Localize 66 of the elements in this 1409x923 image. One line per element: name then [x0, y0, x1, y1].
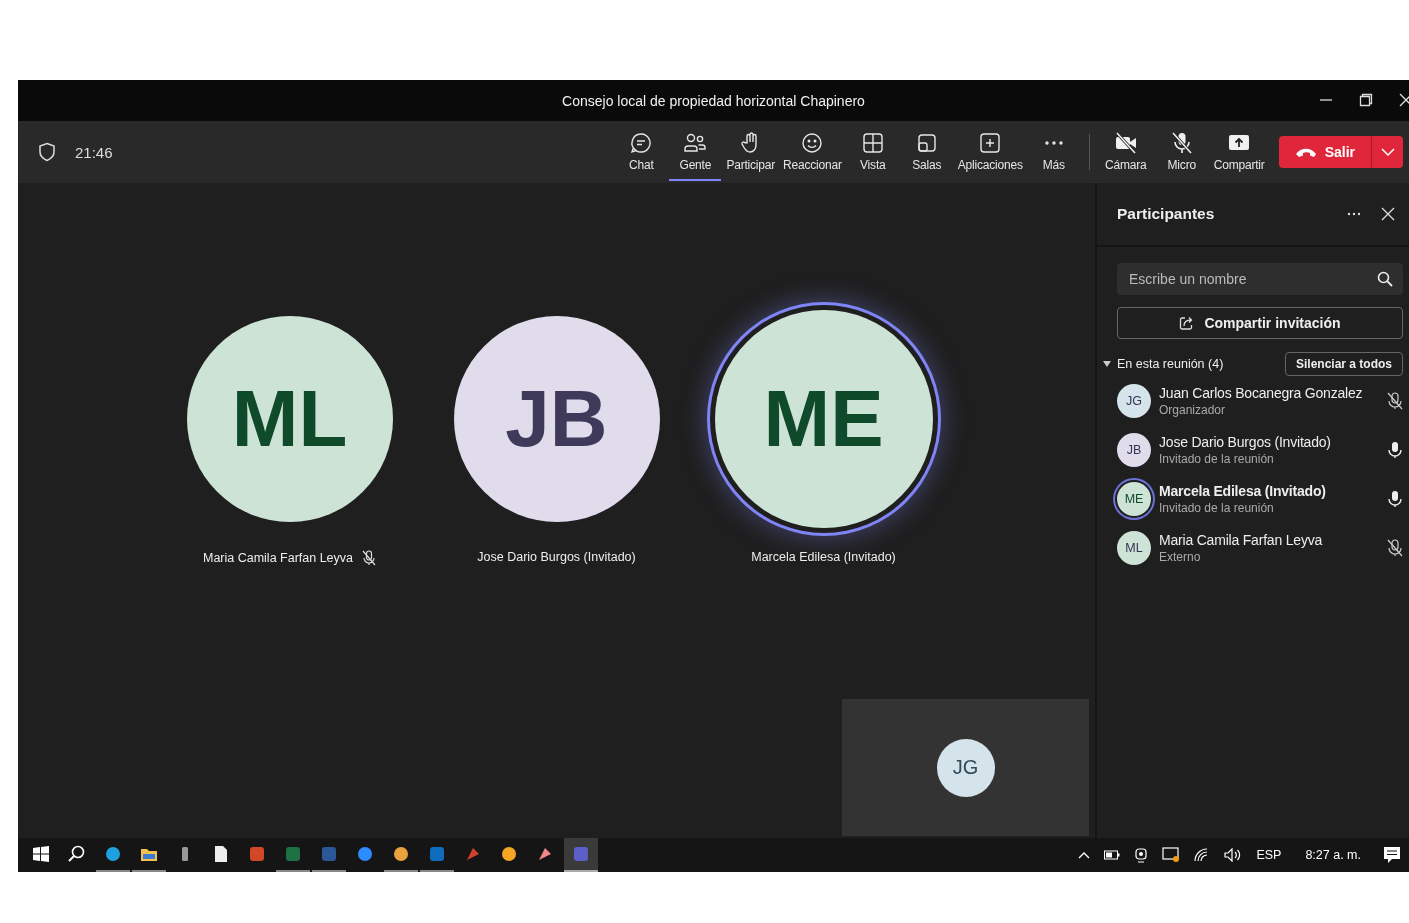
search-field[interactable]: Escribe un nombre	[1117, 263, 1403, 295]
chat-icon	[629, 131, 654, 155]
toolbar-button[interactable]: Participar	[723, 123, 779, 181]
chevron-down-icon	[1380, 148, 1395, 156]
participant-name: Marcela Edilesa (Invitado)	[751, 550, 896, 564]
participant-role: Organizador	[1159, 402, 1227, 417]
taskbar-clock[interactable]: 8:27 a. m.	[1305, 848, 1361, 862]
device-button[interactable]: Cámara	[1098, 123, 1153, 181]
participant-role: Invitado de la reunión	[1159, 500, 1275, 515]
participant-name: Marcela Edilesa (Invitado)	[1159, 482, 1327, 499]
section-toggle[interactable]: En esta reunión (4)	[1103, 357, 1224, 371]
people-icon	[683, 131, 708, 155]
webcam-icon[interactable]	[1134, 847, 1149, 863]
participant-avatar: ML	[1117, 530, 1151, 565]
shield-icon[interactable]	[38, 142, 56, 162]
toolbar-button[interactable]: Aplicaciones	[954, 123, 1026, 181]
participant-avatar: ML	[186, 316, 393, 522]
more-icon[interactable]	[1347, 212, 1361, 216]
toolbar-button[interactable]: Más	[1027, 123, 1080, 181]
smiley-icon	[800, 131, 825, 155]
speaker-icon[interactable]	[1224, 848, 1243, 862]
meeting-duration: 21:46	[75, 143, 113, 161]
phone-icon	[1294, 146, 1317, 158]
plus-square-icon	[978, 131, 1003, 155]
camera-icon	[1113, 131, 1138, 155]
toolbar-button[interactable]: Chat	[615, 123, 668, 181]
display-icon[interactable]	[1162, 847, 1181, 863]
participant-name: Juan Carlos Bocanegra Gonzalez	[1159, 384, 1364, 401]
leave-button[interactable]: Salir	[1278, 136, 1371, 168]
chevron-up-icon[interactable]	[1078, 851, 1091, 859]
language-indicator[interactable]: ESP	[1256, 848, 1282, 862]
window-title: Consejo local de propiedad horizontal Chapinero	[562, 92, 865, 109]
toolbar-button[interactable]: Gente	[669, 123, 722, 181]
participant-name: Jose Dario Burgos (Invitado)	[1159, 433, 1332, 450]
mute-all-button[interactable]: Silenciar a todos	[1284, 352, 1403, 376]
leave-options-button[interactable]	[1371, 136, 1403, 168]
microphone-icon	[1169, 131, 1194, 155]
toolbar-button[interactable]: Vista	[846, 123, 899, 181]
participant-row[interactable]: ME Marcela Edilesa (Invitado) Invitado de la reunión	[1117, 474, 1403, 523]
battery-icon[interactable]	[1104, 850, 1121, 860]
device-button[interactable]: Compartir	[1210, 123, 1268, 181]
toolbar-button[interactable]: Salas	[900, 123, 953, 181]
participant-row[interactable]: JG Juan Carlos Bocanegra Gonzalez Organizador	[1117, 376, 1403, 425]
panel-title: Participantes	[1117, 205, 1216, 223]
participant-row[interactable]: ML Maria Camila Farfan Leyva Externo	[1117, 523, 1403, 572]
participant-name: Jose Dario Burgos (Invitado)	[477, 550, 636, 564]
participant-avatar: JG	[1117, 383, 1151, 418]
participant-row[interactable]: JB Jose Dario Burgos (Invitado) Invitado de la reunión	[1117, 425, 1403, 474]
device-button[interactable]: Micro	[1154, 123, 1209, 181]
search-icon	[1377, 271, 1393, 287]
share-invite-button[interactable]: Compartir invitación	[1117, 307, 1403, 339]
participant-name: Maria Camila Farfan Leyva	[1159, 531, 1324, 548]
close-icon[interactable]	[1381, 207, 1395, 221]
notification-icon[interactable]	[1383, 846, 1401, 864]
restore-icon[interactable]	[1359, 93, 1373, 107]
self-avatar: JG	[936, 738, 995, 797]
toolbar-button[interactable]: Reaccionar	[780, 123, 845, 181]
participant-name: Maria Camila Farfan Leyva	[202, 551, 354, 565]
more-icon	[1044, 141, 1063, 145]
participant-avatar: JB	[1117, 432, 1151, 467]
grid-icon	[860, 131, 885, 155]
participant-avatar: JB	[453, 316, 660, 522]
close-icon[interactable]	[1399, 93, 1409, 107]
participant-role: Invitado de la reunión	[1159, 451, 1275, 466]
participant-role: Externo	[1159, 549, 1202, 564]
caret-icon	[1103, 361, 1111, 367]
